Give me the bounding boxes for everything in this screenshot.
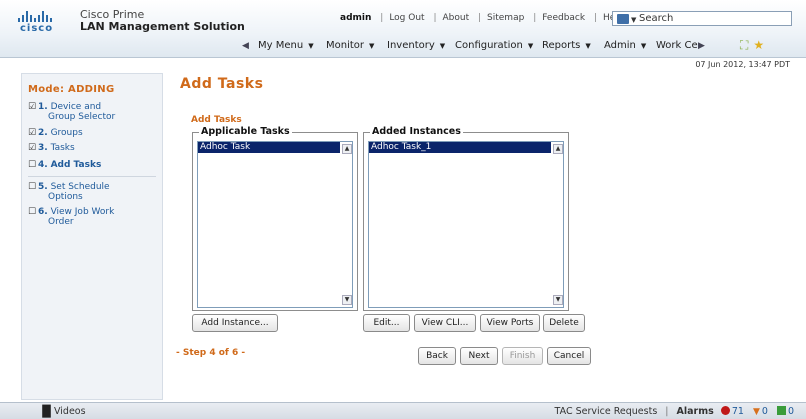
scroll-up-icon[interactable]: ▲ — [342, 144, 352, 154]
header-icons: ⛶ ★ — [740, 38, 769, 53]
timestamp: 07 Jun 2012, 13:47 PDT — [695, 60, 790, 69]
added-instances-list[interactable]: Adhoc Task_1 ▲ ▼ — [368, 141, 564, 308]
menu-my-menu[interactable]: My Menu ▼ — [258, 40, 314, 51]
page-title: Add Tasks — [180, 76, 264, 92]
section-label: Add Tasks — [191, 115, 242, 125]
menu-scroll-right-icon[interactable]: ▶ — [698, 41, 705, 51]
wizard-step-4[interactable]: ☐ 4. Add Tasks — [28, 160, 101, 170]
delete-button[interactable]: Delete — [543, 314, 585, 332]
step-indicator: - Step 4 of 6 - — [176, 348, 246, 358]
footer-status: TAC Service Requests | Alarms 71 ▼ 0 0 — [554, 406, 794, 417]
top-links: admin | Log Out | About | Sitemap | Feedback… — [340, 13, 624, 23]
wizard-sidebar: Mode: ADDING ☑ 1. Device and Group Select… — [21, 73, 163, 400]
menu-work-center[interactable]: Work Ce — [656, 40, 698, 51]
list-item[interactable]: Adhoc Task_1 — [369, 142, 551, 153]
videos-icon[interactable]: ▐▌ — [38, 405, 55, 418]
added-instances-group: Added Instances Adhoc Task_1 ▲ ▼ — [363, 126, 569, 311]
about-link[interactable]: About — [443, 13, 470, 23]
scroll-up-icon[interactable]: ▲ — [553, 144, 563, 154]
back-button[interactable]: Back — [418, 347, 456, 365]
critical-alarm-count[interactable]: 71 — [732, 406, 744, 417]
menu-inventory[interactable]: Inventory ▼ — [387, 40, 445, 51]
menu-configuration[interactable]: Configuration ▼ — [455, 40, 533, 51]
cleared-alarm-icon[interactable] — [776, 406, 786, 415]
user-name: admin — [340, 13, 372, 23]
edit-button[interactable]: Edit... — [363, 314, 410, 332]
step-checked-icon: ☑ — [28, 102, 37, 112]
favorite-star-icon[interactable]: ★ — [753, 38, 764, 52]
list-item[interactable]: Adhoc Task — [198, 142, 340, 153]
scroll-down-icon[interactable]: ▼ — [553, 295, 563, 305]
step-unchecked-icon: ☐ — [28, 207, 37, 217]
cancel-button[interactable]: Cancel — [547, 347, 591, 365]
cisco-wordmark: cisco — [20, 23, 54, 34]
tac-service-requests-link[interactable]: TAC Service Requests — [555, 406, 658, 417]
sidebar-divider — [28, 176, 156, 177]
applicable-tasks-legend: Applicable Tasks — [199, 126, 292, 137]
menu-reports[interactable]: Reports ▼ — [542, 40, 591, 51]
step-unchecked-icon: ☐ — [28, 182, 37, 192]
footer-bar: ▐▌ Videos TAC Service Requests | Alarms … — [0, 402, 806, 419]
major-alarm-icon[interactable]: ▼ — [753, 407, 760, 417]
logout-link[interactable]: Log Out — [389, 13, 424, 23]
wizard-step-2[interactable]: ☑ 2. Groups — [28, 128, 83, 138]
wizard-step-3[interactable]: ☑ 3. Tasks — [28, 143, 75, 153]
applicable-tasks-list[interactable]: Adhoc Task ▲ ▼ — [197, 141, 353, 308]
step-unchecked-icon: ☐ — [28, 160, 37, 170]
search-placeholder: Search — [639, 13, 674, 24]
alarms-label[interactable]: Alarms — [677, 406, 714, 417]
step-checked-icon: ☑ — [28, 128, 37, 138]
next-button[interactable]: Next — [460, 347, 498, 365]
added-instances-legend: Added Instances — [370, 126, 463, 137]
wizard-step-6[interactable]: ☐ 6. View Job Work Order — [28, 207, 114, 227]
wizard-step-1[interactable]: ☑ 1. Device and Group Selector — [28, 102, 115, 122]
cleared-alarm-count[interactable]: 0 — [788, 406, 794, 417]
search-scope-icon[interactable] — [617, 14, 629, 24]
mode-label: Mode: ADDING — [28, 84, 115, 95]
menu-admin[interactable]: Admin ▼ — [604, 40, 646, 51]
search-input[interactable]: ▼ Search — [612, 11, 792, 26]
sitemap-link[interactable]: Sitemap — [487, 13, 524, 23]
product-line2: LAN Management Solution — [80, 20, 245, 33]
settings-icon[interactable]: ⛶ — [740, 38, 748, 52]
finish-button[interactable]: Finish — [502, 347, 543, 365]
videos-link[interactable]: Videos — [54, 406, 86, 417]
cisco-logo: cisco — [18, 6, 78, 46]
cisco-bars-icon — [18, 10, 62, 22]
scroll-down-icon[interactable]: ▼ — [342, 295, 352, 305]
major-alarm-count[interactable]: 0 — [762, 406, 768, 417]
step-checked-icon: ☑ — [28, 143, 37, 153]
header: cisco Cisco Prime LAN Management Solutio… — [0, 0, 806, 58]
feedback-link[interactable]: Feedback — [542, 13, 585, 23]
menu-monitor[interactable]: Monitor ▼ — [326, 40, 374, 51]
view-ports-button[interactable]: View Ports — [480, 314, 540, 332]
add-instance-button[interactable]: Add Instance... — [192, 314, 278, 332]
wizard-step-5[interactable]: ☐ 5. Set Schedule Options — [28, 182, 110, 202]
applicable-tasks-group: Applicable Tasks Adhoc Task ▲ ▼ — [192, 126, 358, 311]
view-cli-button[interactable]: View CLI... — [414, 314, 476, 332]
menu-scroll-left-icon[interactable]: ◀ — [242, 41, 249, 51]
chevron-down-icon[interactable]: ▼ — [631, 16, 636, 24]
critical-alarm-icon[interactable] — [720, 406, 730, 415]
